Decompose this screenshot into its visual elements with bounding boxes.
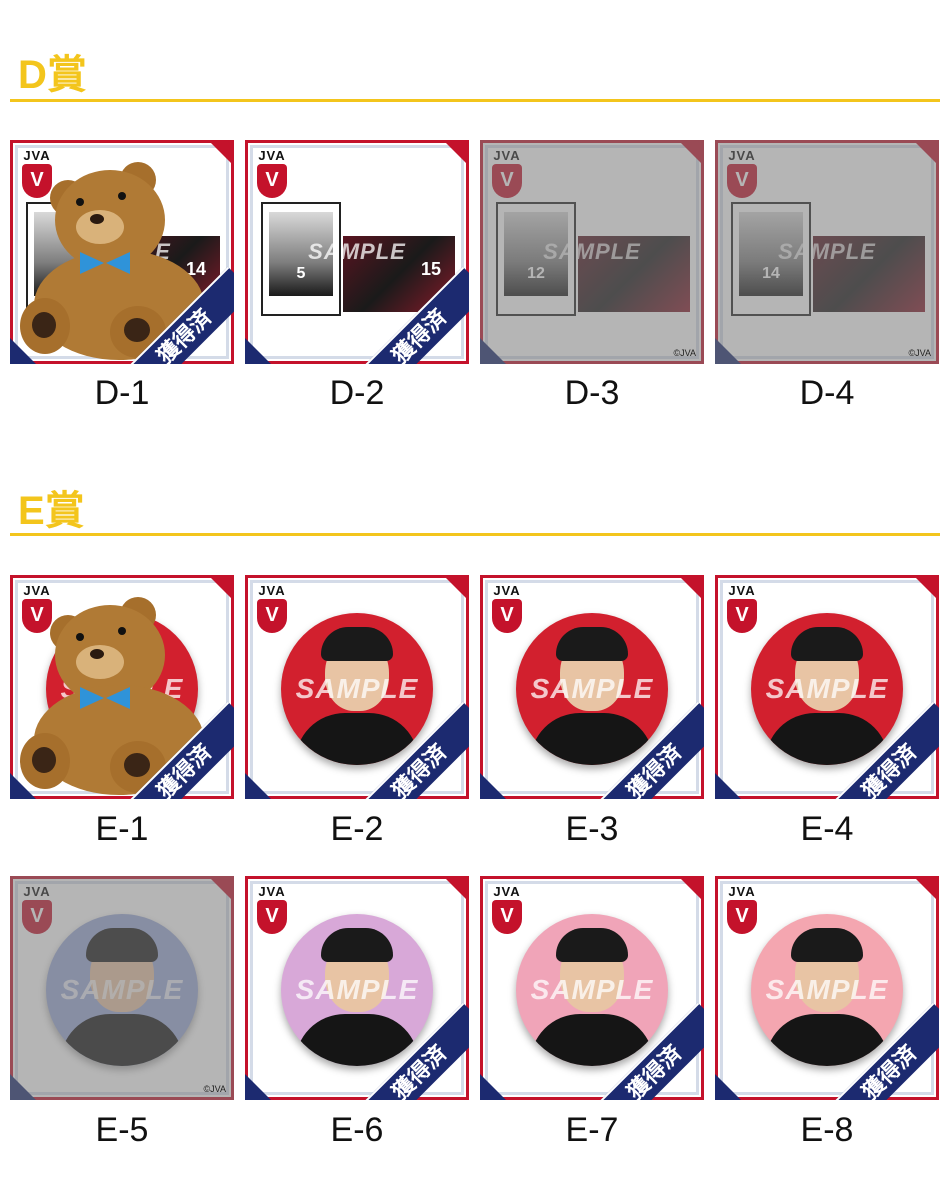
- sample-watermark: SAMPLE: [308, 239, 406, 264]
- prize-label: E-7: [565, 1111, 619, 1149]
- corner-accent: [443, 575, 469, 601]
- jva-shield-icon: [492, 900, 522, 934]
- can-badge: SAMPLE: [751, 613, 903, 765]
- prize-card-d-3[interactable]: JVA12SAMPLE©JVA: [480, 140, 704, 364]
- jva-logo-text: JVA: [258, 148, 286, 163]
- section-title-e: E賞: [18, 489, 85, 533]
- copyright-text: ©JVA: [908, 348, 931, 358]
- jva-shield-icon: [492, 599, 522, 633]
- jva-logo-text: JVA: [493, 884, 521, 899]
- prize-label: E-2: [330, 810, 384, 848]
- jva-logo: JVA: [255, 148, 289, 198]
- player-uniform: [530, 713, 654, 765]
- section-divider-d: [10, 99, 940, 102]
- can-badge: SAMPLE: [516, 914, 668, 1066]
- prize-label: D-3: [564, 374, 620, 412]
- unavailable-overlay: [10, 876, 234, 1100]
- prize-label: E-5: [95, 1111, 149, 1149]
- jva-logo: JVA: [255, 884, 289, 934]
- jva-logo-text: JVA: [258, 583, 286, 598]
- jva-logo-text: JVA: [728, 583, 756, 598]
- jva-shield-icon: [257, 900, 287, 934]
- jva-logo: JVA: [725, 583, 759, 633]
- prize-card-e-5[interactable]: JVASAMPLE©JVA: [10, 876, 234, 1100]
- player-uniform: [295, 1014, 419, 1066]
- player-hair: [321, 928, 393, 962]
- player-hair: [791, 928, 863, 962]
- player-uniform: [530, 1014, 654, 1066]
- prize-label: E-3: [565, 810, 619, 848]
- jva-logo: JVA: [725, 884, 759, 934]
- player-hair: [556, 928, 628, 962]
- prize-label: E-4: [800, 810, 854, 848]
- prize-card-e-2[interactable]: JVASAMPLE獲得済: [245, 575, 469, 799]
- jva-logo: JVA: [490, 583, 524, 633]
- corner-accent: [245, 773, 271, 799]
- section-title-d: D賞: [18, 53, 87, 97]
- player-uniform: [765, 713, 889, 765]
- can-badge: SAMPLE: [516, 613, 668, 765]
- copyright-text: ©JVA: [203, 1084, 226, 1094]
- prize-label: E-1: [95, 810, 149, 848]
- prize-card-d-2[interactable]: JVA515SAMPLE獲得済: [245, 140, 469, 364]
- copyright-text: ©JVA: [673, 348, 696, 358]
- corner-accent: [715, 773, 741, 799]
- prize-label: E-6: [330, 1111, 384, 1149]
- prize-card-e-3[interactable]: JVASAMPLE獲得済: [480, 575, 704, 799]
- corner-accent: [715, 1074, 741, 1100]
- unavailable-overlay: [715, 140, 939, 364]
- player-hair: [321, 627, 393, 661]
- jva-shield-icon: [727, 599, 757, 633]
- jva-logo: JVA: [255, 583, 289, 633]
- corner-accent: [480, 1074, 506, 1100]
- can-badge: SAMPLE: [751, 914, 903, 1066]
- jva-logo: JVA: [490, 884, 524, 934]
- prize-label: D-1: [94, 374, 150, 412]
- player-hair: [556, 627, 628, 661]
- sample-watermark: SAMPLE: [765, 974, 889, 1005]
- sample-watermark: SAMPLE: [295, 673, 419, 704]
- player-uniform: [765, 1014, 889, 1066]
- jersey-number: 5: [296, 264, 306, 282]
- prize-card-d-1[interactable]: JVA414SAMPLE獲得済: [10, 140, 234, 364]
- unavailable-overlay: [480, 140, 704, 364]
- section-divider-e: [10, 533, 940, 536]
- corner-accent: [678, 876, 704, 902]
- jva-logo-text: JVA: [493, 583, 521, 598]
- can-badge: SAMPLE: [281, 613, 433, 765]
- jva-shield-icon: [727, 900, 757, 934]
- prize-label: D-4: [799, 374, 855, 412]
- can-badge: SAMPLE: [281, 914, 433, 1066]
- prize-card-e-1[interactable]: JVASAMPLE獲得済: [10, 575, 234, 799]
- corner-accent: [443, 876, 469, 902]
- corner-accent: [245, 1074, 271, 1100]
- sample-watermark: SAMPLE: [530, 673, 654, 704]
- corner-accent: [245, 338, 271, 364]
- corner-accent: [480, 773, 506, 799]
- prize-label: D-2: [329, 374, 385, 412]
- prize-card-e-4[interactable]: JVASAMPLE獲得済: [715, 575, 939, 799]
- corner-accent: [678, 575, 704, 601]
- sample-watermark: SAMPLE: [765, 673, 889, 704]
- prize-card-e-8[interactable]: JVASAMPLE獲得済: [715, 876, 939, 1100]
- player-hair: [791, 627, 863, 661]
- sample-watermark: SAMPLE: [295, 974, 419, 1005]
- jva-shield-icon: [257, 599, 287, 633]
- jva-logo-text: JVA: [258, 884, 286, 899]
- sample-watermark: SAMPLE: [530, 974, 654, 1005]
- corner-accent: [913, 876, 939, 902]
- player-uniform: [295, 713, 419, 765]
- corner-accent: [913, 575, 939, 601]
- corner-accent: [443, 140, 469, 166]
- prize-label: E-8: [800, 1111, 854, 1149]
- prize-card-e-6[interactable]: JVASAMPLE獲得済: [245, 876, 469, 1100]
- prize-card-d-4[interactable]: JVA14SAMPLE©JVA: [715, 140, 939, 364]
- prize-card-e-7[interactable]: JVASAMPLE獲得済: [480, 876, 704, 1100]
- jva-shield-icon: [257, 164, 287, 198]
- jva-logo-text: JVA: [728, 884, 756, 899]
